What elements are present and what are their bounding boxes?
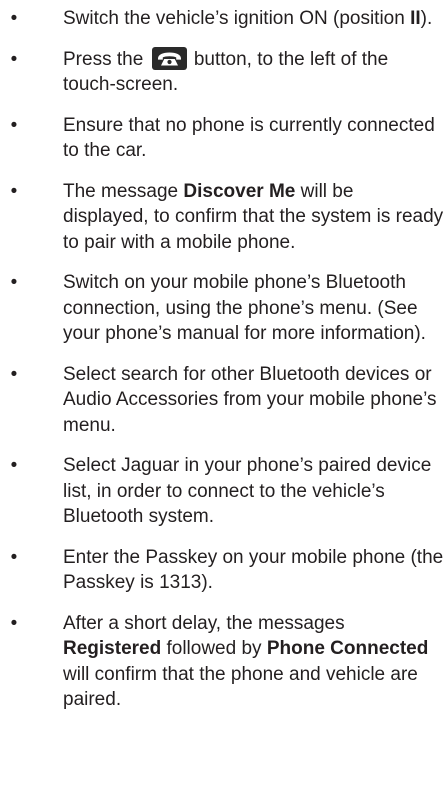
- message-discover-me: Discover Me: [183, 180, 296, 202]
- step-search-devices: • Select search for other Bluetooth devi…: [0, 362, 448, 439]
- message-phone-connected: Phone Connected: [266, 638, 429, 659]
- bullet: •: [10, 8, 18, 29]
- step-text: Press the button, to the left of the tou…: [63, 46, 389, 95]
- bullet: •: [10, 612, 18, 634]
- step-text: Switch the vehicle’s ignition ON (positi…: [63, 8, 433, 29]
- step-text: Ensure that no phone is currently connec…: [63, 114, 435, 162]
- message-registered: Registered: [63, 638, 162, 659]
- step-enter-passkey: • Enter the Passkey on your mobile phone…: [0, 545, 448, 596]
- bullet: •: [10, 455, 18, 476]
- phone-icon: [151, 46, 187, 70]
- step-text: Switch on your mobile phone’s Bluetooth …: [63, 272, 426, 344]
- bullet: •: [10, 48, 18, 70]
- bullet: •: [10, 180, 18, 202]
- step-press-phone-button: • Press the button, to the left of the t…: [0, 46, 448, 98]
- step-select-jaguar: • Select Jaguar in your phone’s paired d…: [0, 453, 448, 530]
- bullet: •: [10, 114, 18, 136]
- pairing-steps-list: • Switch the vehicle’s ignition ON (posi…: [0, 6, 448, 713]
- step-registered-connected: • After a short delay, the messages Regi…: [0, 611, 448, 713]
- bullet: •: [10, 272, 18, 293]
- step-text: Select search for other Bluetooth device…: [63, 363, 437, 436]
- step-enable-bluetooth: • Switch on your mobile phone’s Bluetoot…: [0, 270, 448, 347]
- bullet: •: [10, 546, 18, 568]
- position-label: II: [410, 8, 421, 29]
- bullet: •: [10, 363, 18, 385]
- step-text: After a short delay, the messages Regist…: [63, 612, 429, 711]
- step-ignition-on: • Switch the vehicle’s ignition ON (posi…: [0, 6, 448, 32]
- step-text: The message Discover Me will be displaye…: [63, 180, 444, 253]
- step-discover-me: • The message Discover Me will be displa…: [0, 179, 448, 256]
- step-text: Enter the Passkey on your mobile phone (…: [63, 546, 444, 594]
- step-text: Select Jaguar in your phone’s paired dev…: [63, 455, 432, 527]
- instruction-page: • Switch the vehicle’s ignition ON (posi…: [0, 0, 448, 802]
- step-no-phone-connected: • Ensure that no phone is currently conn…: [0, 113, 448, 164]
